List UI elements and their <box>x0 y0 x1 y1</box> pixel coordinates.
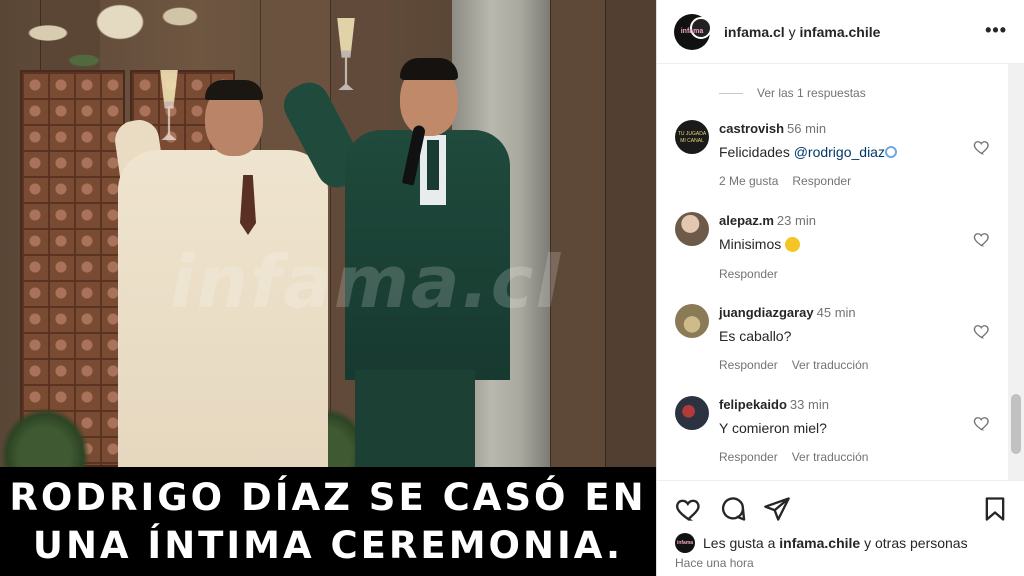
account-connector: y <box>784 23 800 40</box>
headline-line-2: UNA ÍNTIMA CEREMONIA. <box>32 523 624 567</box>
comment-time: 23 min <box>776 213 816 228</box>
comment-body: juangdiazgaray 45 min Es caballo? Respond… <box>719 304 959 372</box>
likes-summary: infama Les gusta a infama.chile y otras … <box>675 533 968 553</box>
comment-likes[interactable]: 2 Me gusta <box>719 174 778 188</box>
comment-actions: Responder <box>719 267 959 281</box>
comment-actions: Responder Ver traducción <box>719 450 959 464</box>
groom-right-hair <box>400 58 458 80</box>
headline-line-1: RODRIGO DÍAZ SE CASÓ EN <box>9 475 647 519</box>
comment-text: Minisimos <box>719 236 959 253</box>
svg-text:MI CANAL: MI CANAL <box>680 138 704 144</box>
commenter-avatar[interactable]: TU JUGADA MI CANAL <box>675 120 709 154</box>
comment-text: Es caballo? <box>719 328 792 344</box>
svg-text:TU JUGADA: TU JUGADA <box>678 131 707 137</box>
view-replies-label[interactable]: Ver las 1 respuestas <box>757 86 866 100</box>
likes-suffix[interactable]: y otras personas <box>864 535 968 551</box>
likes-prefix: Les gusta a <box>703 535 776 551</box>
reply-button[interactable]: Responder <box>719 267 778 281</box>
account-name-1[interactable]: infama.cl <box>724 24 785 40</box>
reply-button[interactable]: Responder <box>719 450 778 464</box>
comment-text-content: Minisimos <box>719 236 782 252</box>
like-comment-heart-icon[interactable] <box>973 138 991 156</box>
comment-body: felipekaido 33 min Y comieron miel? Respo… <box>719 396 959 464</box>
like-comment-heart-icon[interactable] <box>973 322 991 340</box>
post-timestamp: Hace una hora <box>675 556 754 570</box>
commenter-avatar[interactable] <box>675 304 709 338</box>
reply-button[interactable]: Responder <box>719 358 778 372</box>
comment-text-prefix: Felicidades <box>719 144 794 160</box>
view-replies[interactable]: Ver las 1 respuestas <box>719 86 866 100</box>
see-translation-button[interactable]: Ver traducción <box>792 450 869 464</box>
comment-time: 33 min <box>789 397 829 412</box>
avatar-logo: infama <box>680 28 704 35</box>
comment-username[interactable]: alepaz.m <box>719 213 774 228</box>
account-avatar[interactable]: infama <box>674 13 712 50</box>
comment-time: 45 min <box>816 305 856 320</box>
downcast-face-emoji-icon <box>785 236 801 252</box>
comment-actions: Responder Ver traducción <box>719 358 959 372</box>
post-image: infama.cl <box>0 0 656 467</box>
comment-time: 56 min <box>787 121 827 136</box>
headline-banner: RODRIGO DÍAZ SE CASÓ EN UNA ÍNTIMA CEREM… <box>0 467 656 576</box>
comment-username[interactable]: felipekaido <box>719 397 787 412</box>
instagram-side-panel: infama infama.cl y infama.chile ••• Ver … <box>656 0 1024 576</box>
share-icon[interactable] <box>763 495 791 523</box>
groom-left-hair <box>205 80 263 100</box>
groom-right-trousers <box>355 370 475 467</box>
post-header: infama infama.cl y infama.chile ••• <box>657 0 1024 64</box>
mention-link[interactable]: @rodrigo_diaz <box>794 144 885 160</box>
likes-avatar-logo: infama <box>676 540 694 546</box>
reply-button[interactable]: Responder <box>792 174 851 188</box>
comments-scrollbar[interactable] <box>1008 64 1024 480</box>
comment-body: alepaz.m 23 min Minisimos Responder <box>719 212 959 281</box>
like-comment-heart-icon[interactable] <box>973 230 991 248</box>
comment-actions: 2 Me gusta Responder <box>719 174 959 188</box>
avatar-logo-icon: TU JUGADA MI CANAL <box>678 131 707 144</box>
comment-username[interactable]: castrovish <box>719 121 784 136</box>
comment-text: Y comieron miel? <box>719 420 827 436</box>
comment-username[interactable]: juangdiazgaray <box>719 305 814 320</box>
scrollbar-thumb[interactable] <box>1011 394 1021 454</box>
wood-plank <box>605 0 656 467</box>
dried-flowers <box>0 0 240 110</box>
comment-icon[interactable] <box>719 495 747 523</box>
like-comment-heart-icon[interactable] <box>973 414 991 432</box>
bush <box>0 407 90 467</box>
image-watermark: infama.cl <box>170 240 563 324</box>
likes-user[interactable]: infama.chile <box>779 535 860 551</box>
likes-avatar[interactable]: infama <box>675 533 695 553</box>
comment-body: castrovish 56 min Felicidades @rodrigo_di… <box>719 120 959 188</box>
save-icon[interactable] <box>981 495 1009 523</box>
ring-emoji-icon <box>884 146 897 159</box>
replies-divider <box>719 92 743 94</box>
more-options-icon[interactable]: ••• <box>985 20 1007 41</box>
wood-plank <box>550 0 605 467</box>
commenter-avatar[interactable] <box>675 396 709 430</box>
green-tie <box>427 140 439 190</box>
account-name-2[interactable]: infama.chile <box>799 24 880 40</box>
see-translation-button[interactable]: Ver traducción <box>792 358 869 372</box>
heart-icon[interactable] <box>675 495 703 523</box>
comment-text: Felicidades @rodrigo_diaz <box>719 144 959 160</box>
account-names: infama.cl y infama.chile <box>724 24 880 40</box>
commenter-avatar[interactable] <box>675 212 709 246</box>
comments-list: Ver las 1 respuestas TU JUGADA MI CANAL … <box>657 64 1009 480</box>
